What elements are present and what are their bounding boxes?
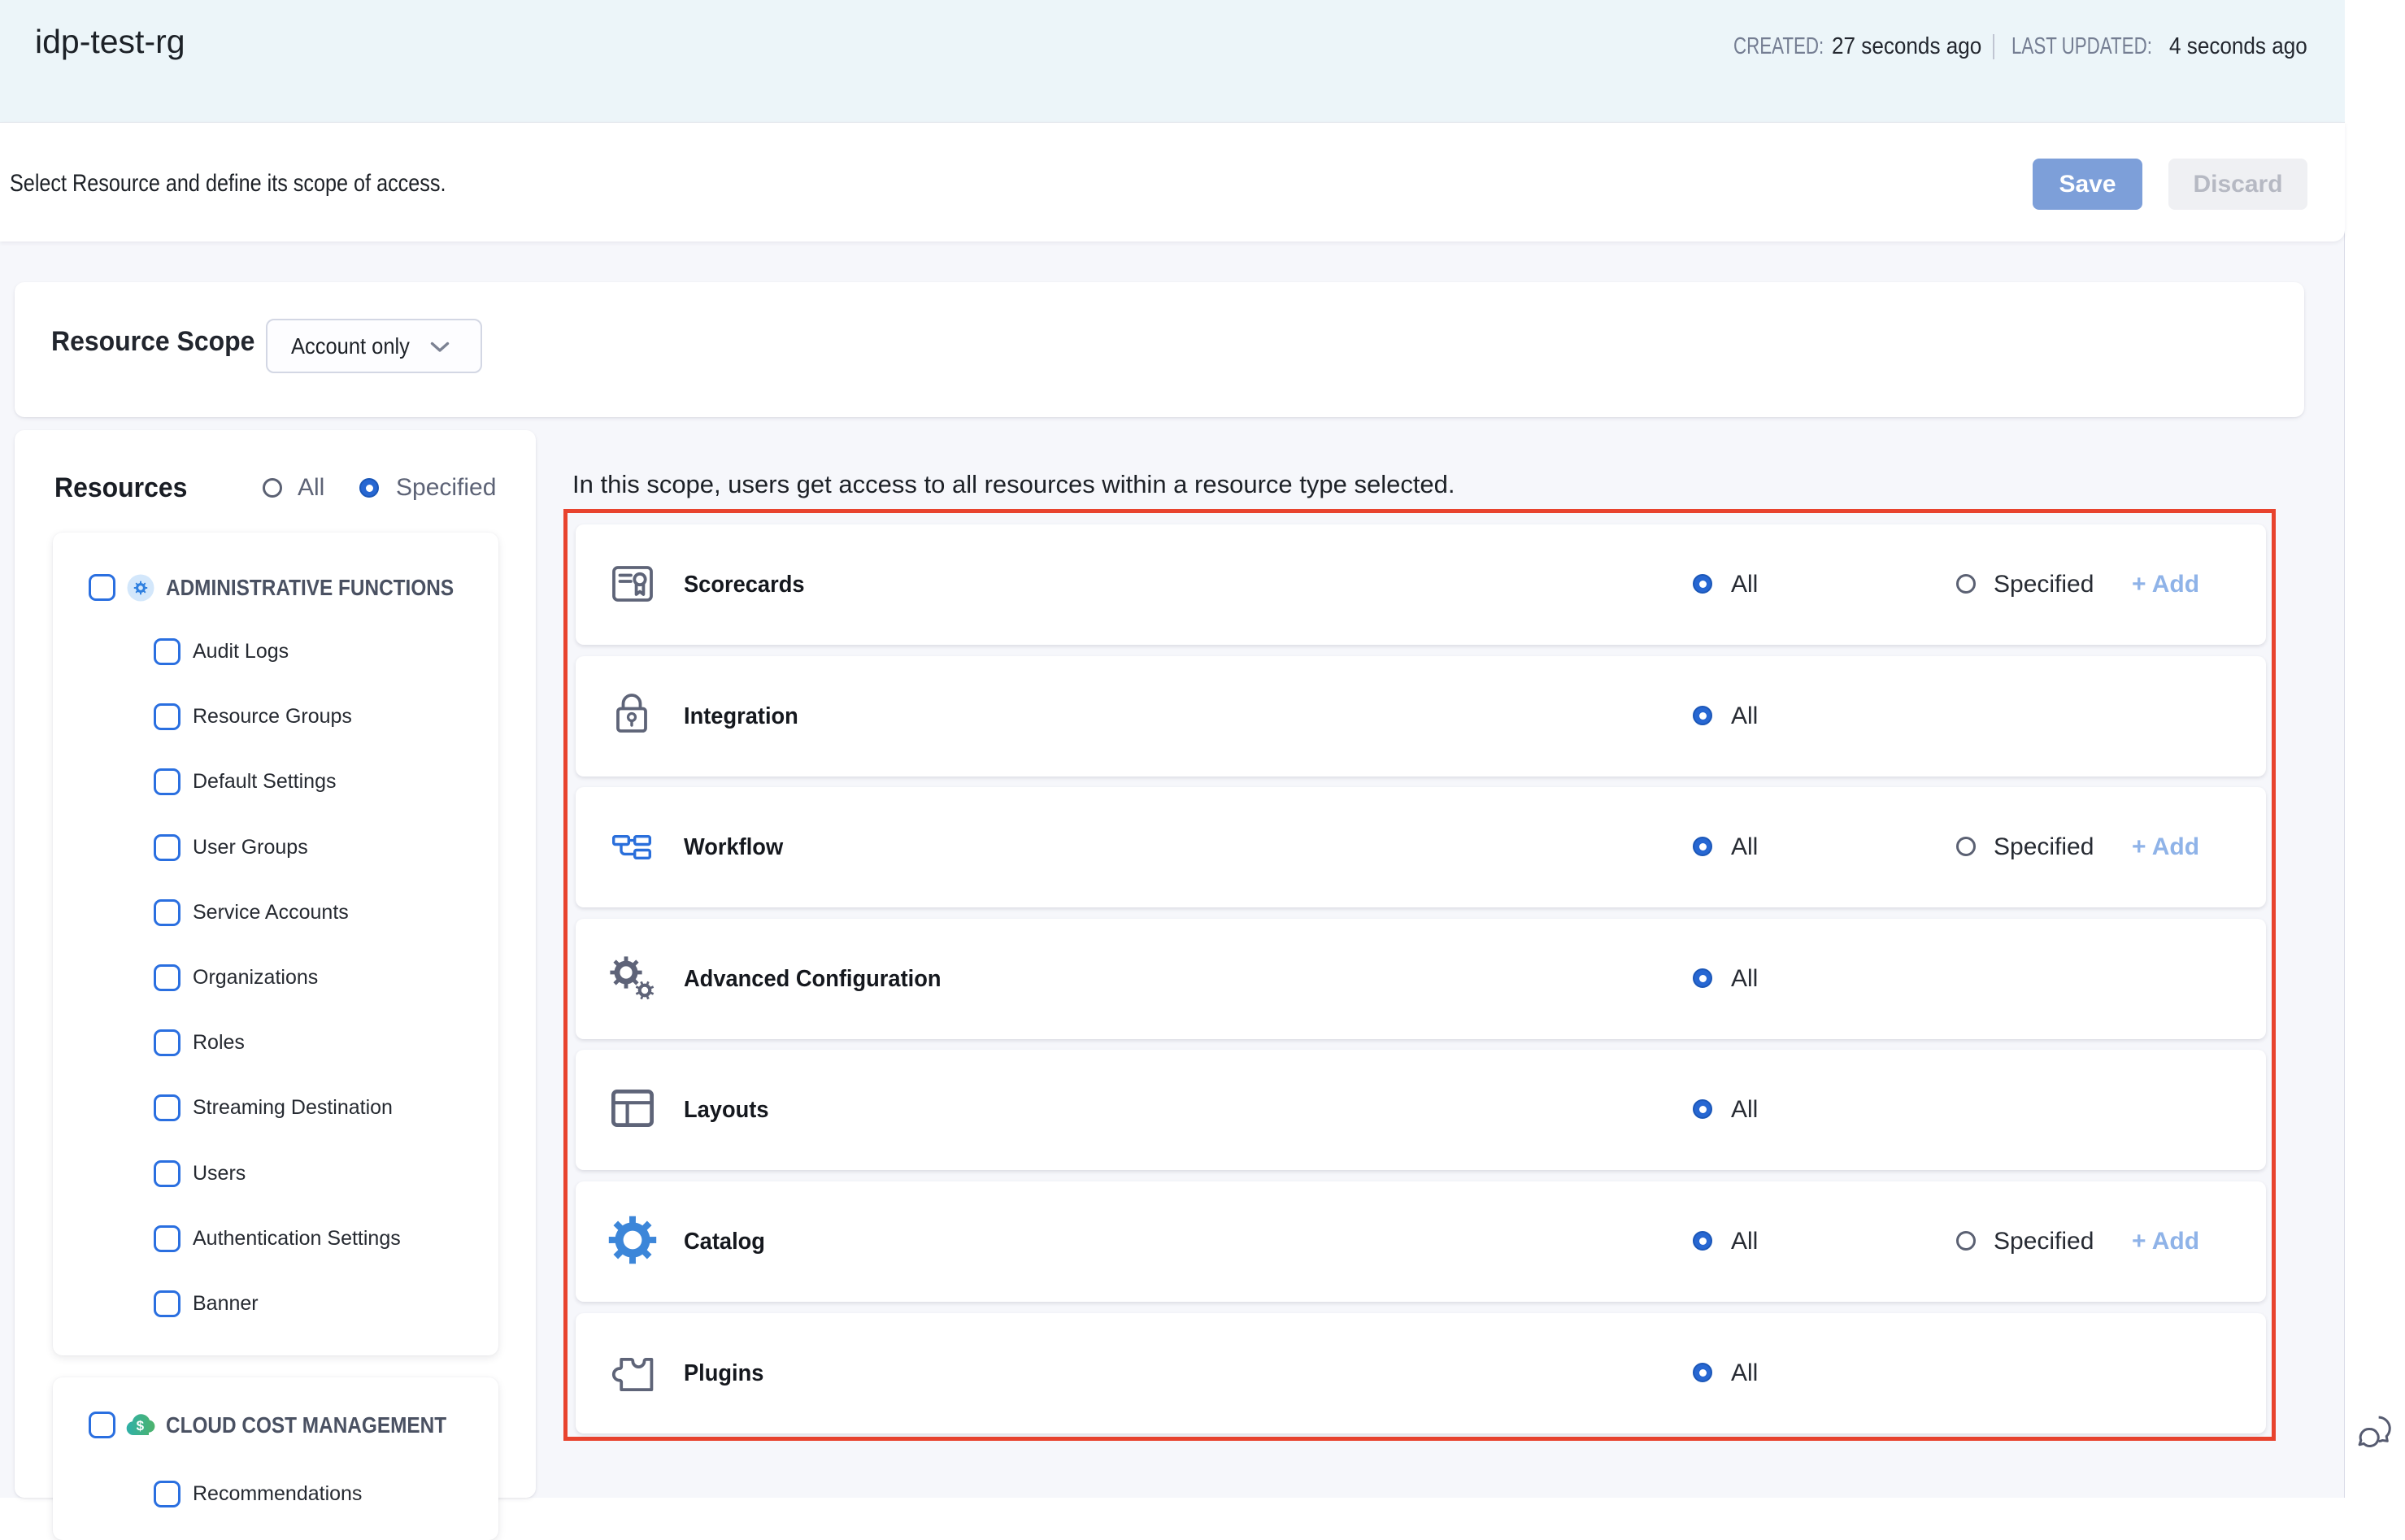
svg-text:$: $ xyxy=(137,1418,145,1433)
